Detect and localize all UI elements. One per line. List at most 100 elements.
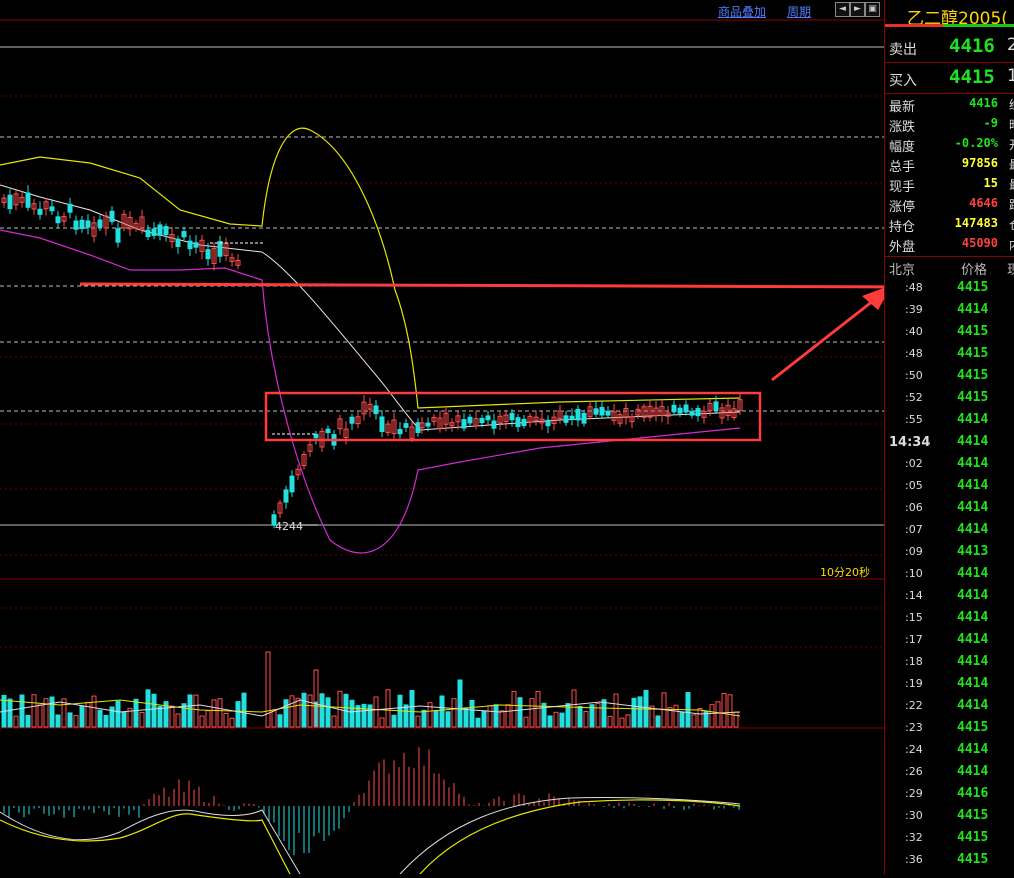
volume-bar	[457, 679, 463, 728]
stat-label: 涨跌	[889, 120, 916, 135]
volume-bar	[145, 689, 151, 728]
volume-bar	[541, 702, 547, 728]
tick-row[interactable]: :24 4414	[885, 739, 1014, 761]
period-link[interactable]: 周期	[787, 3, 811, 20]
volume-bar	[205, 710, 211, 728]
tick-time: :26	[905, 765, 923, 778]
ticks-header-extra: 现	[1007, 263, 1014, 278]
tick-row[interactable]: :09 4413	[885, 541, 1014, 563]
tick-row[interactable]: :10 4414	[885, 563, 1014, 585]
volume-bar	[175, 713, 181, 728]
candle	[509, 412, 515, 421]
tick-row[interactable]: :17 4414	[885, 629, 1014, 651]
title-bar-red	[885, 24, 943, 27]
tick-time: :32	[905, 831, 923, 844]
tick-row[interactable]: :32 4415	[885, 827, 1014, 849]
stat-row: 总手 97856 最	[885, 154, 1014, 175]
tick-time: :23	[905, 721, 923, 734]
tick-row[interactable]: :07 4414	[885, 519, 1014, 541]
tick-time: :02	[905, 457, 923, 470]
low-price-label: 4244	[275, 520, 303, 533]
tick-row[interactable]: :48 4415	[885, 343, 1014, 365]
kline-chart-area[interactable]: 商品叠加 周期 ◄ ► ▣ 4244 10分20秒	[0, 0, 935, 875]
tick-row[interactable]: :22 4414	[885, 695, 1014, 717]
candle	[145, 229, 151, 238]
candle	[403, 423, 409, 428]
tick-row[interactable]: :48 4415	[885, 277, 1014, 299]
candle	[575, 408, 581, 421]
tick-row[interactable]: :55 4414	[885, 409, 1014, 431]
macd-dif-line	[399, 796, 741, 875]
tick-price: 4415	[957, 808, 989, 823]
tick-time: :36	[905, 853, 923, 866]
volume-bar	[379, 717, 385, 728]
tick-row[interactable]: :36 4415	[885, 849, 1014, 871]
stat-extra: 跌	[1009, 196, 1014, 213]
tick-row[interactable]: :50 4415	[885, 365, 1014, 387]
stat-value: 45090	[961, 236, 998, 250]
volume-bar	[19, 694, 25, 728]
arrow-left-icon[interactable]: ◄	[835, 2, 850, 17]
tick-row[interactable]: :30 4415	[885, 805, 1014, 827]
tick-row[interactable]: :02 4414	[885, 453, 1014, 475]
tick-row[interactable]: :29 4416	[885, 783, 1014, 805]
candle	[599, 406, 605, 416]
tick-price: 4414	[957, 698, 989, 713]
ticks-header: 北京 价格 现	[885, 256, 1014, 278]
volume-bar	[523, 716, 529, 728]
tick-row[interactable]: :39 4414	[885, 299, 1014, 321]
volume-bar	[139, 711, 145, 728]
candle	[545, 419, 551, 427]
annotation-arrow-line	[79, 282, 913, 289]
volume-bar	[25, 714, 31, 728]
tick-time: :24	[905, 743, 923, 756]
volume-bar	[271, 709, 277, 728]
candle	[479, 417, 485, 424]
volume-bar	[655, 715, 661, 728]
volume-bar	[625, 714, 631, 728]
arrow-right-icon[interactable]: ►	[850, 2, 865, 17]
stat-row: 涨停 4646 跌	[885, 194, 1014, 215]
volume-bar	[475, 717, 481, 728]
volume-bar	[229, 717, 235, 728]
volume-bar	[265, 651, 271, 728]
candle	[175, 238, 181, 247]
tick-row[interactable]: :40 4415	[885, 321, 1014, 343]
volume-bar	[463, 707, 469, 728]
candle	[695, 408, 701, 417]
tick-row[interactable]: :23 4415	[885, 717, 1014, 739]
candle	[683, 404, 689, 413]
tick-row[interactable]: :14 4414	[885, 585, 1014, 607]
tick-time: :15	[905, 611, 923, 624]
candle	[467, 416, 473, 424]
tick-row[interactable]: :26 4414	[885, 761, 1014, 783]
tick-row[interactable]: :19 4414	[885, 673, 1014, 695]
stat-label: 最新	[889, 100, 916, 115]
stat-value: 97856	[961, 156, 998, 170]
candle	[569, 415, 575, 420]
candle	[181, 231, 187, 238]
volume-bar	[133, 698, 139, 728]
volume-bar	[121, 711, 127, 728]
tick-row[interactable]: :52 4415	[885, 387, 1014, 409]
overlay-link[interactable]: 商品叠加	[718, 3, 766, 20]
tick-row[interactable]: :06 4414	[885, 497, 1014, 519]
tick-price: 4414	[957, 632, 989, 647]
tick-row[interactable]: :15 4414	[885, 607, 1014, 629]
candle	[217, 241, 223, 257]
volume-bar	[571, 689, 577, 728]
buy-row[interactable]: 买入 4415 1	[885, 62, 1014, 94]
volume-bar	[445, 711, 451, 728]
volume-bar	[319, 693, 325, 728]
volume-bar	[577, 705, 583, 728]
stat-value: 4646	[969, 196, 998, 210]
volume-bar	[49, 696, 55, 728]
tick-row[interactable]: :05 4414	[885, 475, 1014, 497]
kline-chart[interactable]	[0, 0, 935, 875]
zoom-icon[interactable]: ▣	[865, 2, 880, 17]
tick-row[interactable]: 14:34 4414	[885, 431, 1014, 453]
tick-row[interactable]: :18 4414	[885, 651, 1014, 673]
candle	[79, 219, 85, 230]
sell-row[interactable]: 卖出 4416 2	[885, 31, 1014, 63]
tick-price: 4414	[957, 654, 989, 669]
